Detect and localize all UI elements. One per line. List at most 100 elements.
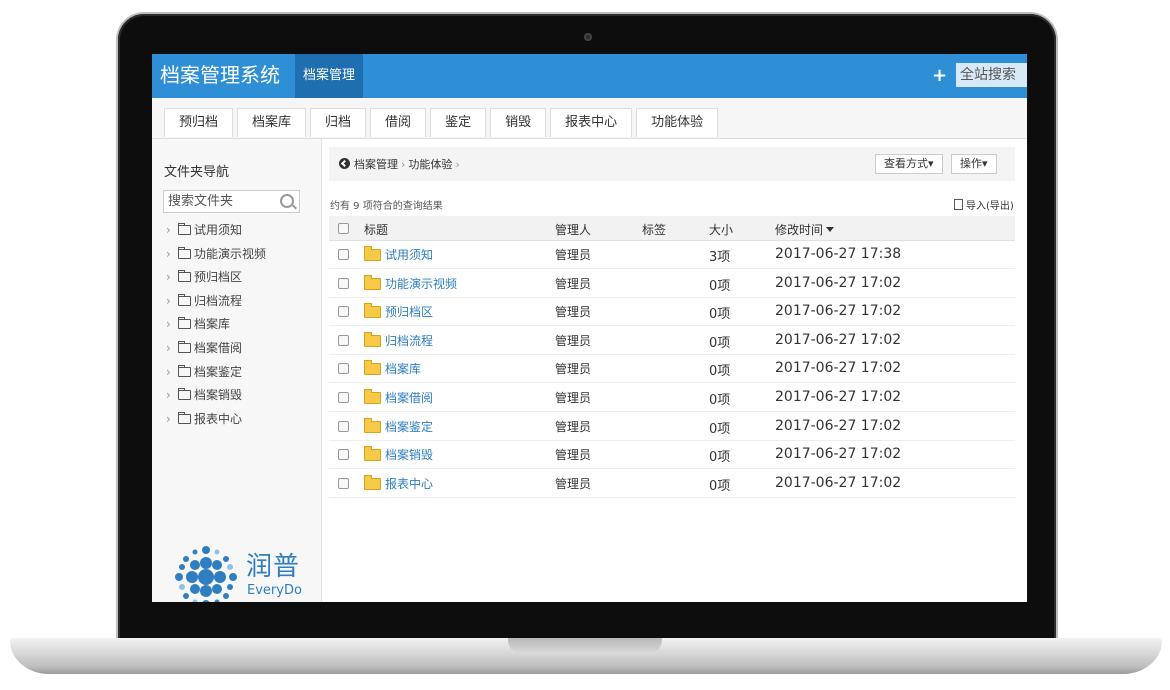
- header-size[interactable]: 大小: [709, 221, 733, 238]
- chevron-right-icon[interactable]: ›: [166, 313, 178, 336]
- chevron-right-icon[interactable]: ›: [166, 408, 178, 431]
- row-checkbox[interactable]: [338, 249, 349, 260]
- row-title-link[interactable]: 预归档区: [385, 303, 433, 320]
- row-modified: 2017-06-27 17:38: [775, 246, 902, 262]
- folder-icon: [364, 474, 381, 490]
- chevron-right-icon[interactable]: ›: [166, 384, 178, 407]
- chevron-right-icon[interactable]: ›: [166, 337, 178, 360]
- row-title-link[interactable]: 档案库: [385, 360, 421, 377]
- table-row[interactable]: 档案借阅 管理员 0项 2017-06-27 17:02: [329, 383, 1015, 412]
- row-title-link[interactable]: 档案鉴定: [385, 418, 433, 435]
- folder-icon: [178, 270, 191, 283]
- search-icon[interactable]: [280, 194, 294, 208]
- row-checkbox[interactable]: [338, 363, 349, 375]
- document-icon: [954, 199, 963, 210]
- operations-button[interactable]: 操作▾: [951, 154, 997, 174]
- table-row[interactable]: 试用须知 管理员 3项 2017-06-27 17:38: [329, 240, 1015, 269]
- tab-item[interactable]: 功能体验: [636, 108, 719, 137]
- row-size: 0项: [709, 450, 731, 466]
- row-title-link[interactable]: 归档流程: [385, 332, 433, 349]
- table-row[interactable]: 预归档区 管理员 0项 2017-06-27 17:02: [329, 297, 1015, 327]
- back-circle-icon[interactable]: [339, 158, 350, 169]
- site-search-input[interactable]: 全站搜索: [956, 63, 1027, 87]
- top-tab-archive-management[interactable]: 档案管理: [295, 54, 364, 98]
- row-size: 3项: [709, 250, 731, 265]
- row-title-link[interactable]: 试用须知: [385, 246, 433, 263]
- row-checkbox[interactable]: [338, 277, 349, 289]
- folder-tree-label: 预归档区: [194, 270, 243, 285]
- row-title-link[interactable]: 档案借阅: [385, 389, 433, 406]
- tab-item[interactable]: 借阅: [370, 108, 427, 137]
- row-checkbox[interactable]: [338, 306, 349, 318]
- row-checkbox[interactable]: [338, 477, 349, 489]
- folder-tree-label: 档案库: [194, 317, 231, 332]
- folder-tree-item[interactable]: › 档案销毁: [166, 384, 266, 408]
- folder-tree-item[interactable]: › 报表中心: [166, 408, 266, 432]
- row-title-link[interactable]: 档案销毁: [385, 446, 433, 463]
- row-modified: 2017-06-27 17:02: [775, 274, 902, 291]
- tab-item[interactable]: 预归档: [164, 108, 234, 137]
- laptop-notch: [508, 638, 662, 654]
- row-title-link[interactable]: 报表中心: [385, 475, 433, 492]
- chevron-right-icon[interactable]: ›: [166, 290, 178, 313]
- chevron-right-icon[interactable]: ›: [166, 243, 178, 266]
- folder-icon: [178, 246, 191, 259]
- folder-tree-item[interactable]: › 功能演示视频: [166, 243, 266, 267]
- tab-item[interactable]: 报表中心: [550, 108, 633, 137]
- row-checkbox[interactable]: [338, 449, 349, 461]
- table-row[interactable]: 归档流程 管理员 0项 2017-06-27 17:02: [329, 326, 1015, 355]
- header-modified[interactable]: 修改时间: [775, 221, 835, 238]
- table-row[interactable]: 档案鉴定 管理员 0项 2017-06-27 17:02: [329, 412, 1015, 441]
- row-checkbox[interactable]: [338, 420, 349, 432]
- logo-text-en: EveryDo: [247, 583, 302, 598]
- tab-item[interactable]: 销毁: [490, 108, 547, 137]
- folder-tree-item[interactable]: › 档案借阅: [166, 337, 266, 361]
- chevron-right-icon[interactable]: ›: [166, 361, 178, 384]
- row-manager: 管理员: [555, 419, 592, 434]
- breadcrumb-item[interactable]: 功能体验: [408, 158, 452, 171]
- folder-tree-item[interactable]: › 档案鉴定: [166, 361, 266, 385]
- result-count: 约有 9 项符合的查询结果: [330, 201, 443, 212]
- tab-item[interactable]: 归档: [310, 108, 367, 137]
- row-checkbox[interactable]: [338, 392, 349, 403]
- table-row[interactable]: 报表中心 管理员 0项 2017-06-27 17:02: [329, 469, 1015, 498]
- tab-item[interactable]: 档案库: [237, 108, 307, 137]
- app-title[interactable]: 档案管理系统: [160, 61, 280, 89]
- breadcrumb-bar: 档案管理 › 功能体验 › 查看方式▾ 操作▾: [329, 147, 1015, 181]
- folder-icon: [178, 293, 191, 306]
- tab-item[interactable]: 鉴定: [430, 108, 487, 137]
- header-tags[interactable]: 标签: [642, 221, 666, 238]
- folder-icon: [178, 340, 191, 353]
- import-export-label: 导入(导出): [966, 201, 1014, 212]
- row-modified: 2017-06-27 17:02: [775, 446, 902, 463]
- breadcrumb-separator: ›: [401, 158, 406, 171]
- row-title-link[interactable]: 功能演示视频: [385, 275, 457, 292]
- table-row[interactable]: 档案销毁 管理员 0项 2017-06-27 17:02: [329, 440, 1015, 470]
- folder-icon: [364, 274, 381, 290]
- header-title[interactable]: 标题: [364, 221, 388, 238]
- folder-tree-item[interactable]: › 归档流程: [166, 290, 266, 314]
- row-manager: 管理员: [555, 391, 592, 405]
- view-mode-button[interactable]: 查看方式▾: [875, 154, 943, 174]
- row-manager: 管理员: [555, 476, 592, 491]
- row-manager: 管理员: [555, 248, 592, 262]
- table-row[interactable]: 档案库 管理员 0项 2017-06-27 17:02: [329, 354, 1015, 384]
- chevron-right-icon[interactable]: ›: [166, 266, 178, 289]
- row-modified: 2017-06-27 17:02: [775, 331, 902, 348]
- add-icon[interactable]: +: [932, 63, 947, 89]
- breadcrumb-item[interactable]: 档案管理: [354, 158, 398, 171]
- folder-tree-item[interactable]: › 预归档区: [166, 266, 266, 290]
- header-manager[interactable]: 管理人: [555, 221, 591, 238]
- folder-search-input[interactable]: 搜索文件夹: [163, 190, 300, 213]
- folder-tree-item[interactable]: › 试用须知: [166, 219, 266, 243]
- table-row[interactable]: 功能演示视频 管理员 0项 2017-06-27 17:02: [329, 269, 1015, 298]
- chevron-right-icon[interactable]: ›: [166, 219, 178, 242]
- folder-tree-label: 试用须知: [194, 223, 243, 237]
- sidebar: 文件夹导航 搜索文件夹 › 试用须知 › 功能演示视频 › 预归档区 › 归档流程 › 档案库 › 档…: [152, 139, 322, 602]
- tab-list: 预归档 档案库 归档 借阅 鉴定 销毁 报表中心 功能体验: [164, 108, 722, 137]
- logo-text-cn: 润普: [246, 552, 301, 582]
- row-checkbox[interactable]: [338, 334, 349, 346]
- folder-tree-item[interactable]: › 档案库: [166, 313, 266, 337]
- import-export-link[interactable]: 导入(导出): [954, 197, 1014, 212]
- select-all-checkbox[interactable]: [338, 223, 349, 234]
